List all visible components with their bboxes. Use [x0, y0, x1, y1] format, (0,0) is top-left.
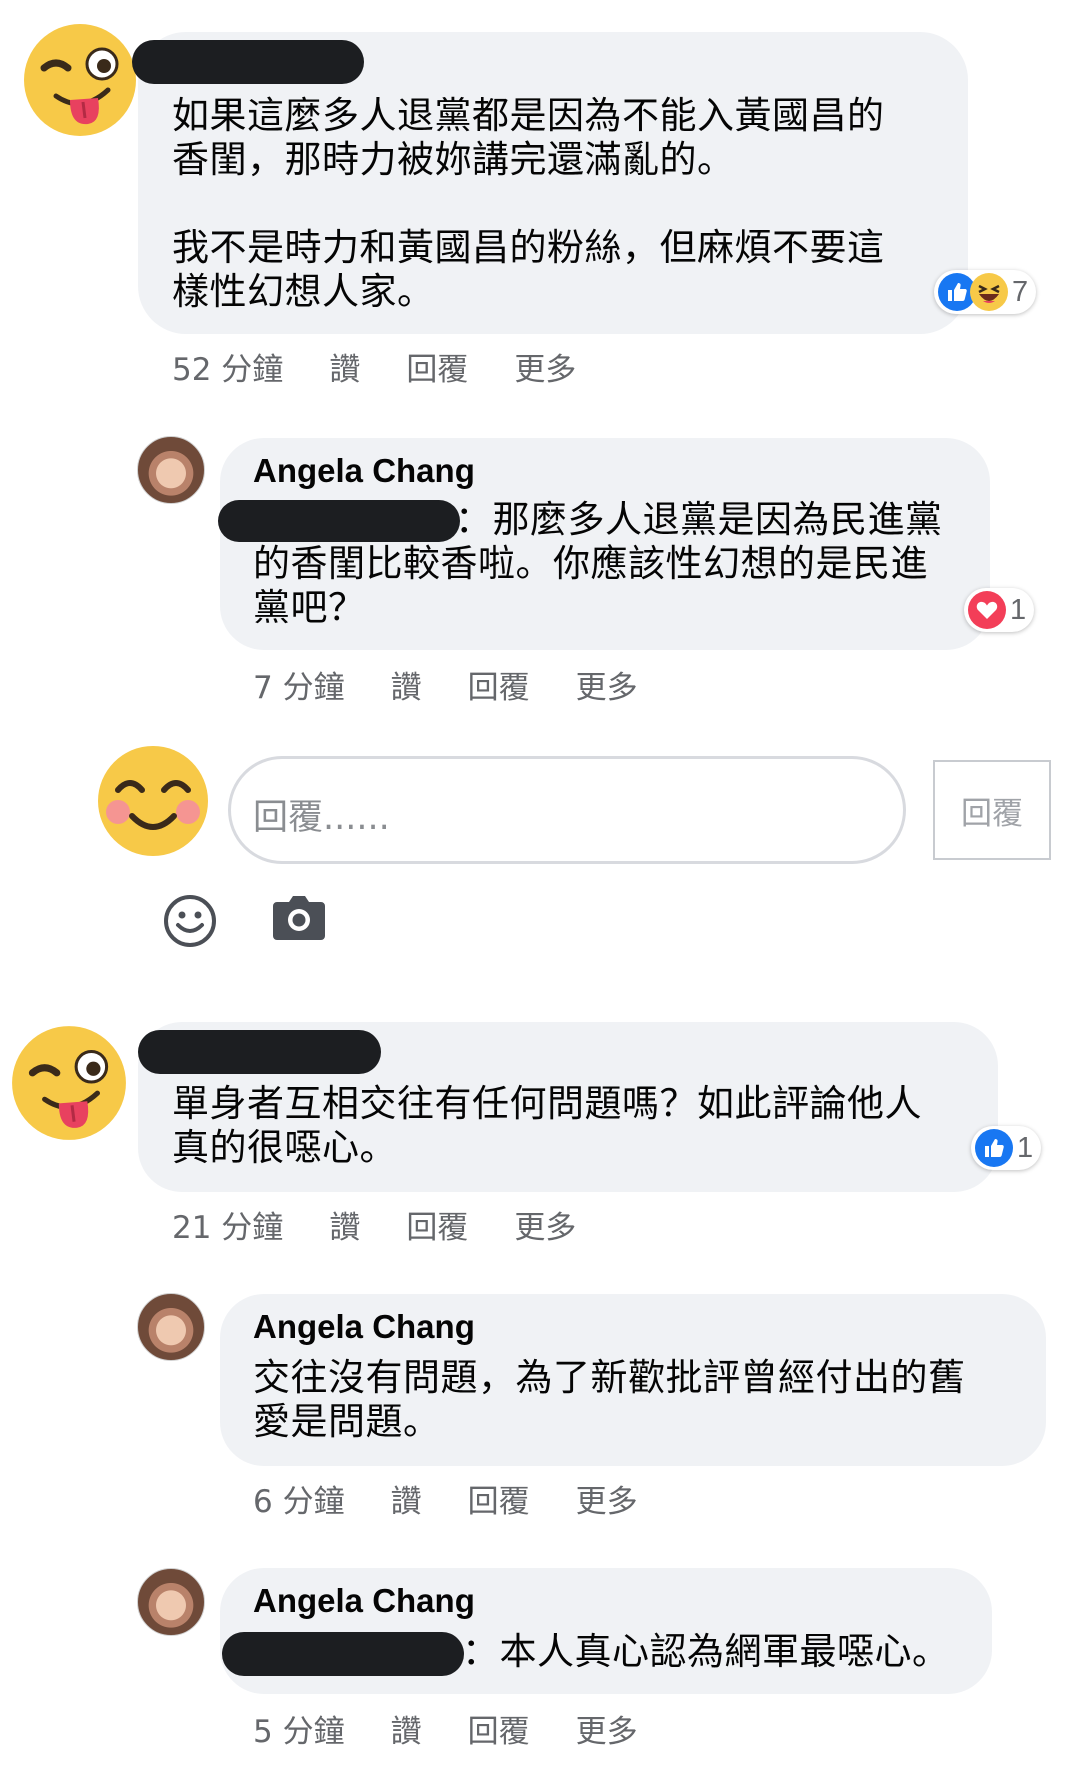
reply-link[interactable]: 回覆 [468, 1476, 530, 1521]
reply-submit-button[interactable]: 回覆 [933, 760, 1051, 860]
like-link[interactable]: 讚 [391, 1706, 422, 1751]
more-link[interactable]: 更多 [514, 344, 576, 389]
timestamp[interactable]: 21 分鐘 [172, 1202, 283, 1247]
love-icon [968, 591, 1006, 629]
reply-link[interactable]: 回覆 [468, 662, 530, 707]
comment-text: 單身者互相交往有任何問題嗎？如此評論他人 真的很噁心。 [172, 1082, 922, 1169]
timestamp[interactable]: 5 分鐘 [253, 1706, 345, 1751]
angela-chang-avatar[interactable] [137, 1568, 205, 1636]
commenter-avatar[interactable] [8, 1022, 130, 1144]
reply-input-placeholder: 回覆...... [253, 798, 390, 838]
haha-icon [970, 273, 1008, 311]
comment-actions: 21 分鐘 讚 回覆 更多 [172, 1202, 576, 1247]
reply-actions: 5 分鐘 讚 回覆 更多 [253, 1706, 638, 1751]
redacted-author-name [138, 1030, 381, 1074]
camera-button[interactable] [273, 896, 325, 940]
camera-icon [273, 896, 325, 940]
more-link[interactable]: 更多 [514, 1202, 576, 1247]
reaction-count: 1 [1010, 593, 1027, 626]
reply-author[interactable]: Angela Chang [253, 1582, 475, 1620]
current-user-avatar [96, 744, 210, 858]
redacted-author-name [132, 40, 364, 84]
reaction-summary[interactable]: 1 [971, 1126, 1042, 1170]
smiling-blush-emoji-icon [98, 746, 208, 856]
reaction-summary[interactable]: 7 [934, 270, 1037, 314]
reaction-count: 1 [1017, 1131, 1034, 1164]
reply-text: 交往沒有問題，為了新歡批評曾經付出的舊 愛是問題。 [253, 1356, 966, 1443]
more-link[interactable]: 更多 [576, 1476, 638, 1521]
angela-chang-avatar[interactable] [137, 436, 205, 504]
emoji-button[interactable] [163, 894, 217, 948]
winking-tongue-emoji-icon [12, 1026, 126, 1140]
like-link[interactable]: 讚 [329, 1202, 360, 1247]
comment-actions: 52 分鐘 讚 回覆 更多 [172, 344, 576, 389]
timestamp[interactable]: 7 分鐘 [253, 662, 345, 707]
smiley-icon [164, 895, 216, 947]
commenter-avatar[interactable] [20, 20, 140, 140]
comment-text: 如果這麼多人退黨都是因為不能入黃國昌的 香閨，那時力被妳講完還滿亂的。 我不是時… [172, 94, 885, 313]
reply-link[interactable]: 回覆 [406, 344, 468, 389]
like-link[interactable]: 讚 [391, 1476, 422, 1521]
timestamp[interactable]: 52 分鐘 [172, 344, 283, 389]
redacted-mention [218, 500, 460, 542]
reply-link[interactable]: 回覆 [468, 1706, 530, 1751]
reply-actions: 7 分鐘 讚 回覆 更多 [253, 662, 638, 707]
reply-text: 的香閨比較香啦。你應該性幻想的是民進 黨吧？ [253, 542, 928, 629]
more-link[interactable]: 更多 [576, 662, 638, 707]
reply-author[interactable]: Angela Chang [253, 1308, 475, 1346]
reaction-summary[interactable]: 1 [964, 588, 1035, 632]
like-link[interactable]: 讚 [329, 344, 360, 389]
like-icon [975, 1129, 1013, 1167]
winking-tongue-emoji-icon [24, 24, 136, 136]
reply-text-line1: ：本人真心認為網軍最噁心。 [462, 1630, 950, 1673]
reply-text-line1: ：那麼多人退黨是因為民進黨 [455, 498, 943, 541]
timestamp[interactable]: 6 分鐘 [253, 1476, 345, 1521]
more-link[interactable]: 更多 [576, 1706, 638, 1751]
reply-input[interactable]: 回覆...... [228, 756, 906, 864]
angela-chang-avatar[interactable] [137, 1293, 205, 1361]
reply-actions: 6 分鐘 讚 回覆 更多 [253, 1476, 638, 1521]
reply-link[interactable]: 回覆 [406, 1202, 468, 1247]
reply-author[interactable]: Angela Chang [253, 452, 475, 490]
reaction-count: 7 [1012, 275, 1029, 308]
like-link[interactable]: 讚 [391, 662, 422, 707]
redacted-mention [222, 1632, 464, 1676]
reply-submit-label: 回覆 [961, 795, 1023, 832]
